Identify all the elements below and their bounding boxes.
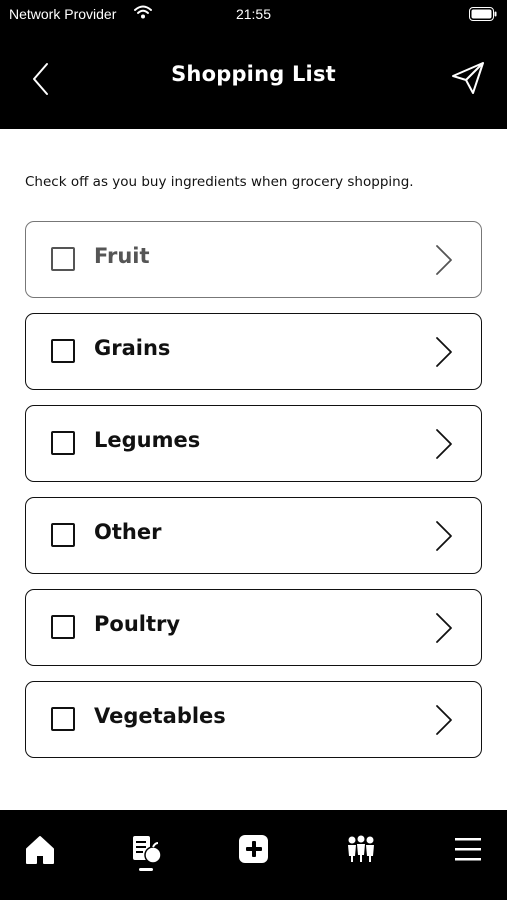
tab-menu[interactable]: [447, 830, 487, 870]
chevron-right-icon: [436, 429, 452, 459]
checkbox[interactable]: [51, 707, 75, 731]
share-button[interactable]: [451, 61, 485, 95]
category-label: Fruit: [94, 244, 150, 268]
category-list: Fruit Grains Legumes Other Poultry Veget: [25, 221, 482, 773]
chevron-right-icon: [436, 337, 452, 367]
status-time: 21:55: [235, 6, 272, 22]
tab-add[interactable]: [234, 830, 274, 870]
checkbox[interactable]: [51, 247, 75, 271]
category-label: Grains: [94, 336, 171, 360]
category-row-legumes[interactable]: Legumes: [25, 405, 482, 482]
chevron-right-icon: [436, 613, 452, 643]
home-icon: [26, 836, 54, 864]
checkbox[interactable]: [51, 339, 75, 363]
page-title: Shopping List: [171, 62, 336, 86]
tab-community[interactable]: [341, 830, 381, 870]
category-row-poultry[interactable]: Poultry: [25, 589, 482, 666]
chevron-right-icon: [436, 705, 452, 735]
chevron-right-icon: [436, 521, 452, 551]
category-row-vegetables[interactable]: Vegetables: [25, 681, 482, 758]
tab-shopping-list[interactable]: [127, 830, 167, 870]
category-row-other[interactable]: Other: [25, 497, 482, 574]
checkbox[interactable]: [51, 431, 75, 455]
menu-icon: [455, 838, 481, 861]
add-icon: [239, 835, 268, 863]
community-icon: [348, 835, 374, 862]
chevron-right-icon: [436, 245, 452, 275]
instruction-text: Check off as you buy ingredients when gr…: [25, 174, 414, 190]
checkbox[interactable]: [51, 523, 75, 547]
bottom-tab-bar: [0, 810, 507, 900]
category-label: Legumes: [94, 428, 201, 452]
category-row-fruit[interactable]: Fruit: [25, 221, 482, 298]
category-label: Vegetables: [94, 704, 226, 728]
status-bar: Network Provider 21:55: [0, 0, 507, 28]
category-row-grains[interactable]: Grains: [25, 313, 482, 390]
battery-icon: [469, 7, 497, 24]
category-label: Other: [94, 520, 162, 544]
recipe-list-icon: [133, 836, 162, 864]
selected-tab-indicator: [139, 868, 153, 871]
category-label: Poultry: [94, 612, 181, 636]
send-icon: [452, 62, 484, 94]
checkbox[interactable]: [51, 615, 75, 639]
tab-home[interactable]: [20, 830, 60, 870]
header-bar: Shopping List: [0, 28, 507, 129]
